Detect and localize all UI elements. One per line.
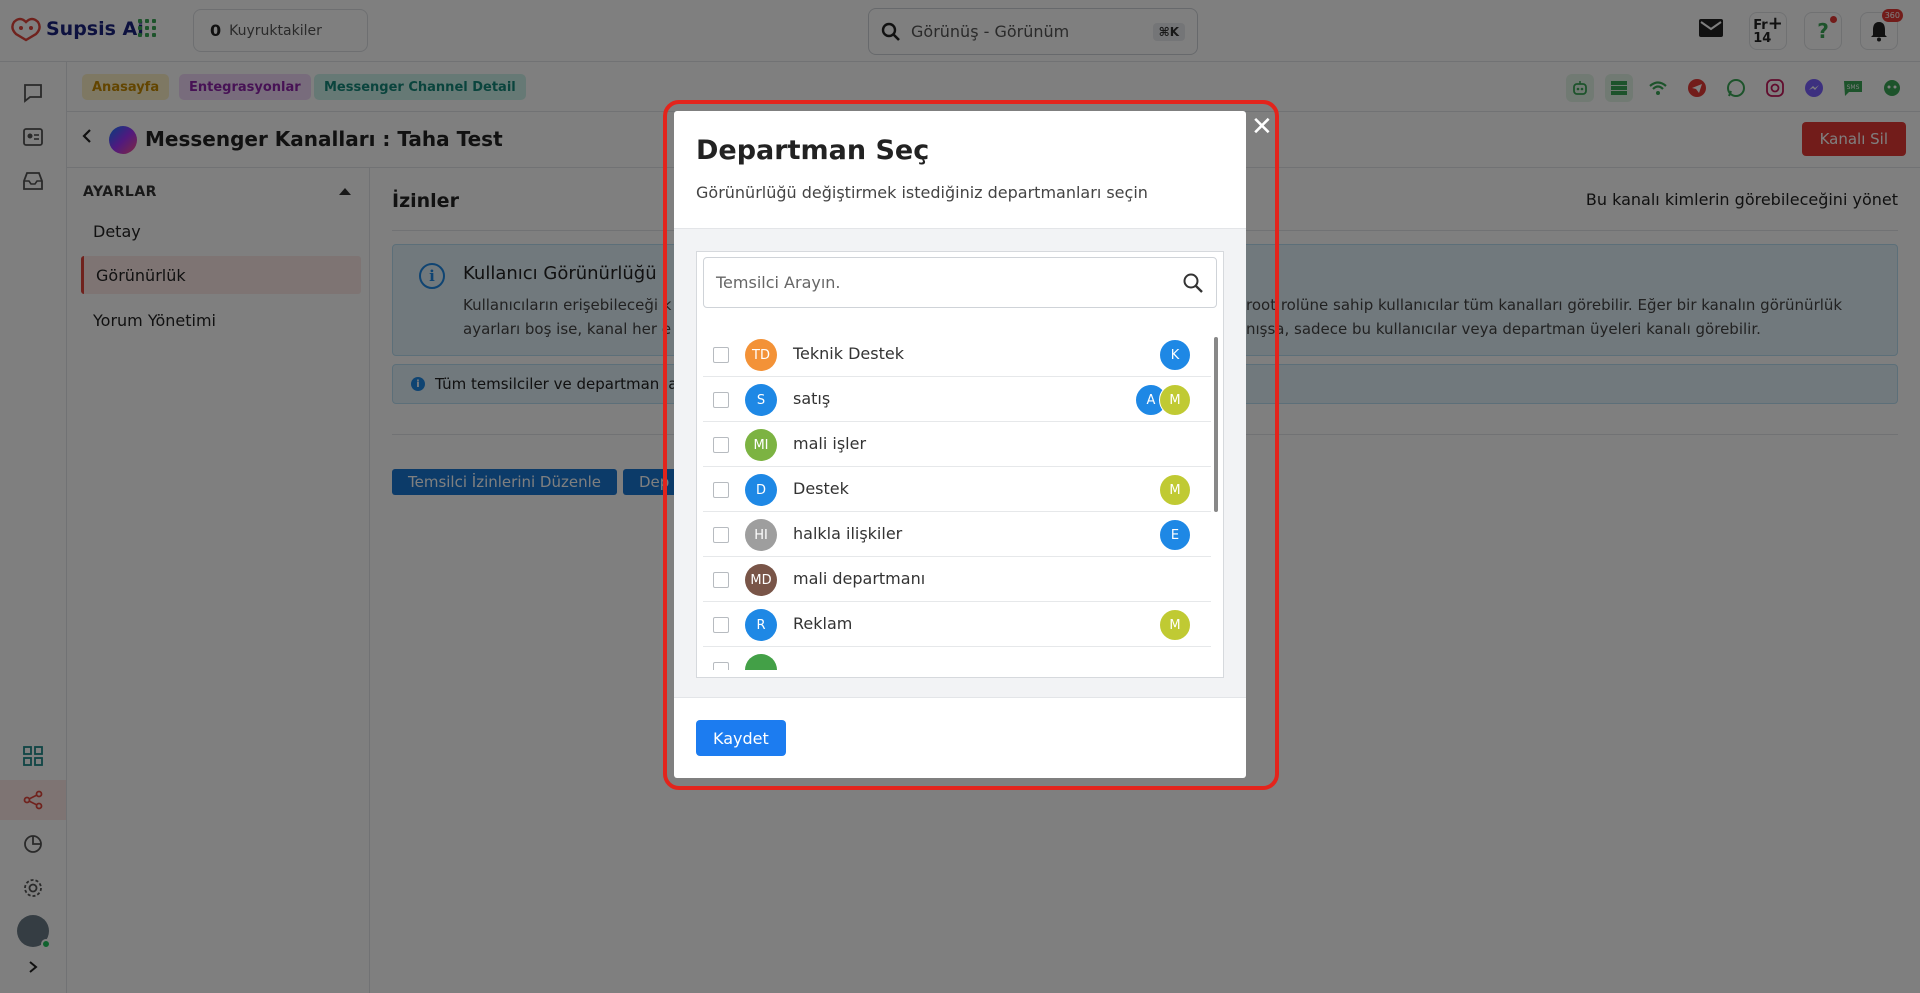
close-icon[interactable]: ✕ [1251, 114, 1273, 140]
highlight-frame [663, 100, 1279, 790]
